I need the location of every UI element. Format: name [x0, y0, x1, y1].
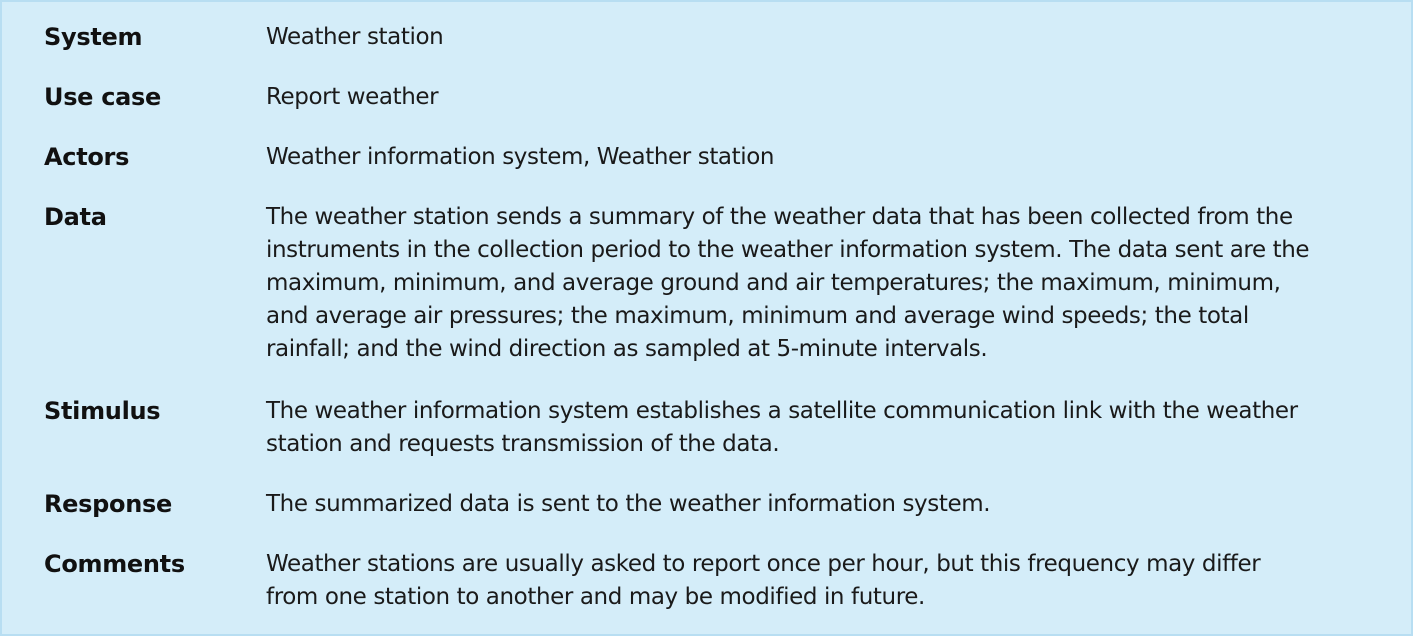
row-value: Report weather — [266, 84, 439, 110]
row-value: The summarized data is sent to the weath… — [266, 491, 991, 517]
row-label: Response — [44, 490, 172, 518]
row-value: Weather information system, Weather stat… — [266, 144, 775, 170]
row-label: Actors — [44, 143, 130, 171]
row-label: Data — [44, 203, 107, 231]
row-value: The weather information system establish… — [266, 398, 1298, 457]
use-case-description-panel: System Weather station Use case Report w… — [0, 0, 1413, 636]
row-label: System — [44, 23, 143, 51]
row-value: The weather station sends a summary of t… — [266, 204, 1310, 362]
row-label: Use case — [44, 83, 161, 111]
row-value: Weather station — [266, 24, 444, 50]
row-value: Weather stations are usually asked to re… — [266, 551, 1261, 610]
row-label: Comments — [44, 550, 185, 578]
row-label: Stimulus — [44, 397, 161, 425]
